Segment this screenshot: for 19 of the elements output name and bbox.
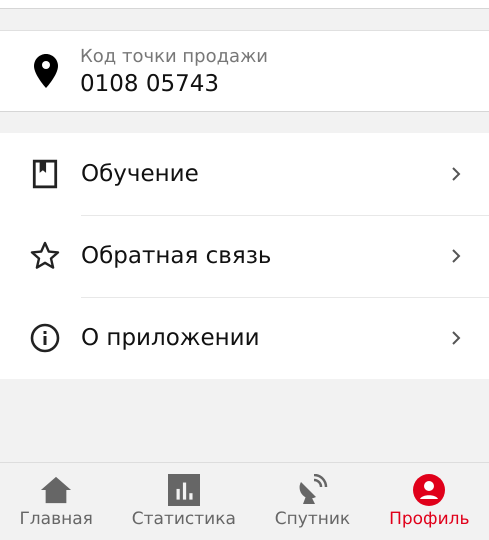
location-pin-icon [34, 54, 58, 88]
book-icon [30, 159, 60, 189]
store-code-label: Код точки продажи [80, 46, 268, 66]
star-icon [30, 241, 60, 271]
menu-item[interactable]: Обратная связь [0, 215, 489, 297]
info-icon [30, 323, 60, 353]
bar-chart-icon [168, 474, 200, 506]
nav-tab[interactable]: Спутник [274, 474, 350, 529]
profile-icon [413, 474, 446, 506]
chevron-right-icon [451, 166, 461, 182]
store-code-value: 0108 05743 [80, 70, 220, 96]
nav-tab[interactable]: Профиль [389, 474, 470, 529]
chevron-right-icon [451, 330, 461, 346]
home-icon [40, 474, 72, 506]
nav-tab[interactable]: Статистика [132, 474, 236, 529]
menu-item[interactable]: О приложении [0, 297, 489, 379]
chevron-right-icon [451, 248, 461, 264]
menu-item[interactable]: Обучение [0, 133, 489, 215]
nav-tab[interactable]: Главная [19, 474, 93, 529]
